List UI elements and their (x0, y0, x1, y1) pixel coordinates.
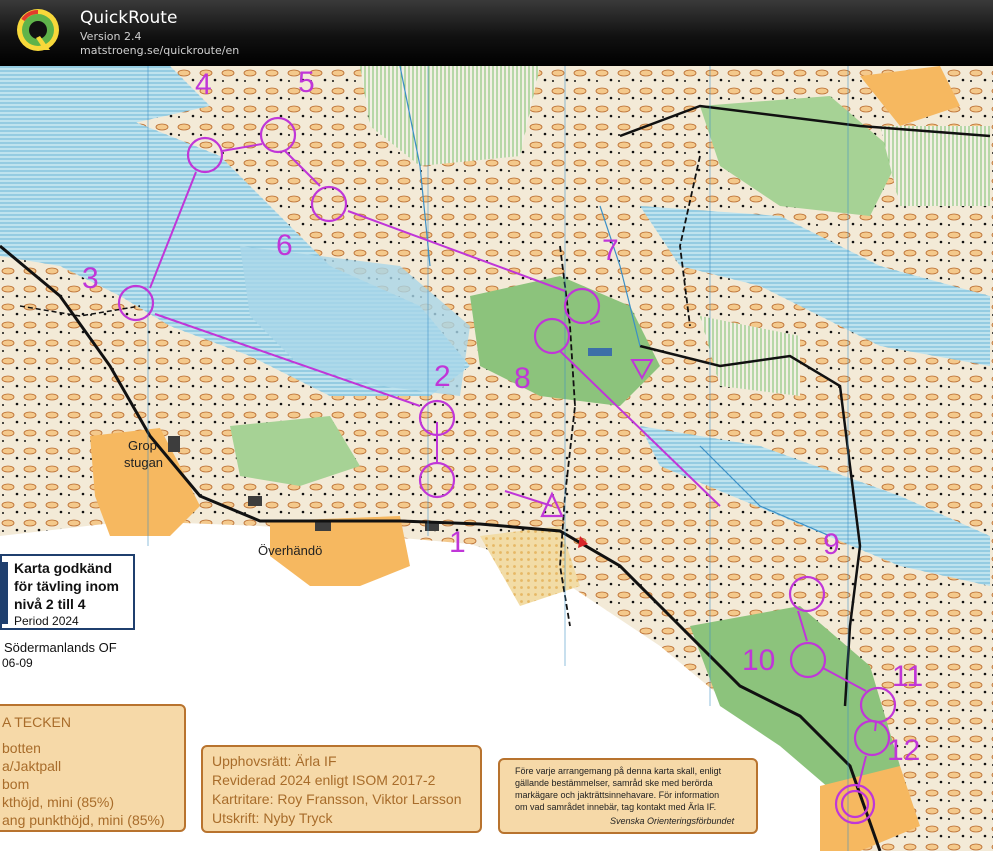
club-name: Södermanlands OF (4, 640, 117, 655)
credits-print: Utskrift: Nyby Tryck (212, 810, 333, 826)
control-number-5: 5 (298, 66, 315, 99)
control-number-7: 7 (602, 234, 619, 267)
title-bar: QuickRoute Version 2.4 matstroeng.se/qui… (0, 0, 993, 66)
control-number-11: 11 (892, 660, 924, 693)
orienteering-map[interactable]: 1 2 3 4 5 6 7 8 9 10 11 12 Grop stugan Ö… (0, 66, 993, 851)
app-title: QuickRoute (80, 8, 178, 28)
notice-signature: Svenska Orienteringsförbundet (610, 816, 735, 826)
legend-item: bom (2, 776, 30, 792)
control-number-8: 8 (514, 362, 531, 395)
credits-copyright: Upphovsrätt: Ärla IF (212, 753, 337, 769)
approval-period: Period 2024 (14, 614, 79, 628)
credits-box: Upphovsrätt: Ärla IF Reviderad 2024 enli… (201, 745, 482, 833)
control-number-9: 9 (823, 528, 840, 561)
notice-line: gällande bestämmelser, samråd ske med be… (515, 778, 713, 788)
legend-item: ang punkthöjd, mini (85%) (2, 812, 165, 828)
approval-line-3: nivå 2 till 4 (14, 596, 86, 612)
credits-cartographers: Kartritare: Roy Fransson, Viktor Larsson (212, 791, 462, 807)
legend-heading: A TECKEN (2, 714, 71, 730)
app-version: Version 2.4 (80, 30, 142, 43)
quickroute-logo-icon (17, 9, 59, 51)
credits-revised: Reviderad 2024 enligt ISOM 2017-2 (212, 772, 436, 788)
control-number-6: 6 (276, 229, 293, 262)
app-url[interactable]: matstroeng.se/quickroute/en (80, 44, 239, 57)
legend-box: A TECKEN botten a/Jaktpall bom kthöjd, m… (0, 704, 186, 832)
control-number-3: 3 (82, 262, 99, 295)
control-number-4: 4 (195, 68, 212, 101)
map-approval-box: Karta godkänd för tävling inom nivå 2 ti… (0, 554, 135, 630)
legend-item: kthöjd, mini (85%) (2, 794, 115, 810)
quickroute-window: QuickRoute Version 2.4 matstroeng.se/qui… (0, 0, 993, 851)
date-fragment: 06-09 (2, 656, 33, 670)
legend-item: botten (2, 740, 41, 756)
control-number-12: 12 (887, 734, 921, 767)
control-number-10: 10 (742, 644, 776, 677)
approval-line-2: för tävling inom (14, 578, 119, 594)
control-number-2: 2 (434, 360, 451, 393)
place-name-grop: Grop (128, 438, 157, 453)
approval-bar (2, 562, 8, 624)
control-number-1: 1 (449, 526, 466, 559)
notice-line: markägare och jakträttsinnehavare. För i… (515, 790, 720, 800)
notice-line: Före varje arrangemang på denna karta sk… (515, 766, 722, 776)
place-name-stugan: stugan (124, 455, 164, 470)
notice-box: Före varje arrangemang på denna karta sk… (498, 758, 758, 834)
place-name-overhando: Överhändö (258, 543, 323, 558)
legend-item: a/Jaktpall (2, 758, 62, 774)
approval-line-1: Karta godkänd (14, 560, 113, 576)
notice-line: om vad samrådet innebär, tag kontakt med… (515, 802, 717, 812)
